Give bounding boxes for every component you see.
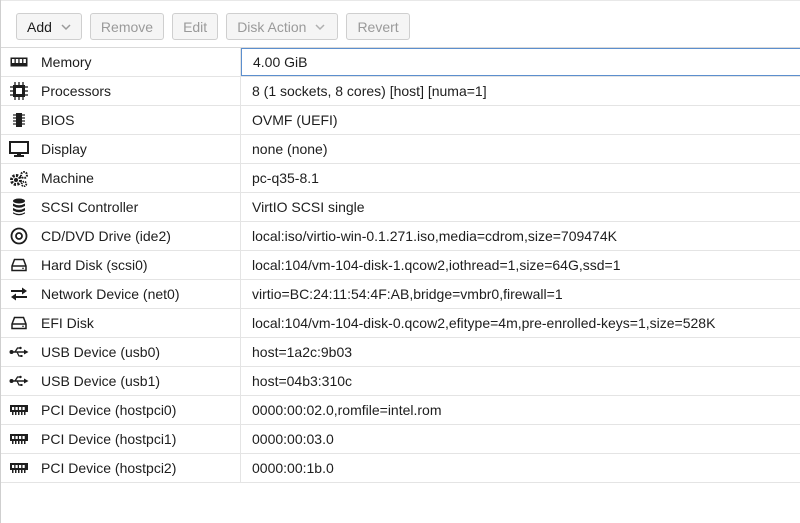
hardware-grid: Memory 4.00 GiB Processors 8 (1 sockets,…	[1, 47, 800, 483]
table-row[interactable]: USB Device (usb0) host=1a2c:9b03	[1, 338, 800, 367]
revert-button[interactable]: Revert	[346, 13, 410, 40]
hdd-icon	[1, 309, 37, 337]
edit-button-label: Edit	[183, 18, 208, 35]
row-value: 8 (1 sockets, 8 cores) [host] [numa=1]	[252, 83, 487, 99]
table-row[interactable]: Machine pc-q35-8.1	[1, 164, 800, 193]
row-name: PCI Device (hostpci2)	[37, 454, 241, 482]
table-row[interactable]: EFI Disk local:104/vm-104-disk-0.qcow2,e…	[1, 309, 800, 338]
row-name: CD/DVD Drive (ide2)	[37, 222, 241, 250]
memory-icon	[1, 48, 37, 76]
add-button-label: Add	[27, 18, 52, 35]
row-value: 0000:00:1b.0	[252, 460, 334, 476]
row-name: EFI Disk	[37, 309, 241, 337]
row-name: PCI Device (hostpci1)	[37, 425, 241, 453]
row-value: 0000:00:02.0,romfile=intel.rom	[252, 402, 442, 418]
cpu-icon	[1, 77, 37, 105]
chevron-down-icon	[59, 20, 73, 34]
row-name: USB Device (usb1)	[37, 367, 241, 395]
row-value: pc-q35-8.1	[252, 170, 319, 186]
disk-action-button[interactable]: Disk Action	[226, 13, 339, 40]
revert-button-label: Revert	[357, 18, 399, 35]
row-name: USB Device (usb0)	[37, 338, 241, 366]
remove-button-label: Remove	[100, 18, 154, 35]
table-row[interactable]: Processors 8 (1 sockets, 8 cores) [host]…	[1, 77, 800, 106]
row-name: Hard Disk (scsi0)	[37, 251, 241, 279]
chip-icon	[1, 106, 37, 134]
add-button[interactable]: Add	[16, 13, 82, 40]
row-value: OVMF (UEFI)	[252, 112, 338, 128]
table-row[interactable]: Hard Disk (scsi0) local:104/vm-104-disk-…	[1, 251, 800, 280]
row-name: PCI Device (hostpci0)	[37, 396, 241, 424]
remove-button[interactable]: Remove	[89, 13, 165, 40]
table-row[interactable]: CD/DVD Drive (ide2) local:iso/virtio-win…	[1, 222, 800, 251]
usb-icon	[1, 367, 37, 395]
exchange-icon	[1, 280, 37, 308]
disk-action-button-label: Disk Action	[237, 18, 307, 35]
row-name: SCSI Controller	[37, 193, 241, 221]
row-name: Machine	[37, 164, 241, 192]
table-row[interactable]: SCSI Controller VirtIO SCSI single	[1, 193, 800, 222]
pci-card-icon	[1, 454, 37, 482]
row-name: Display	[37, 135, 241, 163]
row-value: host=1a2c:9b03	[252, 344, 353, 360]
table-row[interactable]: PCI Device (hostpci0) 0000:00:02.0,romfi…	[1, 396, 800, 425]
row-name: BIOS	[37, 106, 241, 134]
pci-card-icon	[1, 425, 37, 453]
cdrom-icon	[1, 222, 37, 250]
row-value: virtio=BC:24:11:54:4F:AB,bridge=vmbr0,fi…	[252, 286, 563, 302]
table-row[interactable]: PCI Device (hostpci2) 0000:00:1b.0	[1, 454, 800, 483]
row-value: host=04b3:310c	[252, 373, 353, 389]
database-icon	[1, 193, 37, 221]
table-row[interactable]: Network Device (net0) virtio=BC:24:11:54…	[1, 280, 800, 309]
usb-icon	[1, 338, 37, 366]
edit-button[interactable]: Edit	[172, 13, 219, 40]
monitor-icon	[1, 135, 37, 163]
table-row[interactable]: BIOS OVMF (UEFI)	[1, 106, 800, 135]
row-value: 4.00 GiB	[241, 48, 800, 76]
row-value: local:104/vm-104-disk-0.qcow2,efitype=4m…	[252, 315, 716, 331]
row-name: Network Device (net0)	[37, 280, 241, 308]
row-name: Memory	[37, 48, 241, 76]
table-row[interactable]: Memory 4.00 GiB	[1, 48, 800, 77]
row-value: none (none)	[252, 141, 328, 157]
row-value: local:104/vm-104-disk-1.qcow2,iothread=1…	[252, 257, 621, 273]
hdd-icon	[1, 251, 37, 279]
toolbar: Add Remove Edit Disk Action Revert	[1, 0, 800, 45]
pci-card-icon	[1, 396, 37, 424]
row-value: local:iso/virtio-win-0.1.271.iso,media=c…	[252, 228, 617, 244]
table-row[interactable]: Display none (none)	[1, 135, 800, 164]
hardware-panel: Add Remove Edit Disk Action Revert Memor…	[0, 0, 800, 523]
cogs-icon	[1, 164, 37, 192]
chevron-down-icon	[313, 20, 327, 34]
row-name: Processors	[37, 77, 241, 105]
row-value: 0000:00:03.0	[252, 431, 334, 447]
table-row[interactable]: PCI Device (hostpci1) 0000:00:03.0	[1, 425, 800, 454]
row-value: VirtIO SCSI single	[252, 199, 365, 215]
table-row[interactable]: USB Device (usb1) host=04b3:310c	[1, 367, 800, 396]
